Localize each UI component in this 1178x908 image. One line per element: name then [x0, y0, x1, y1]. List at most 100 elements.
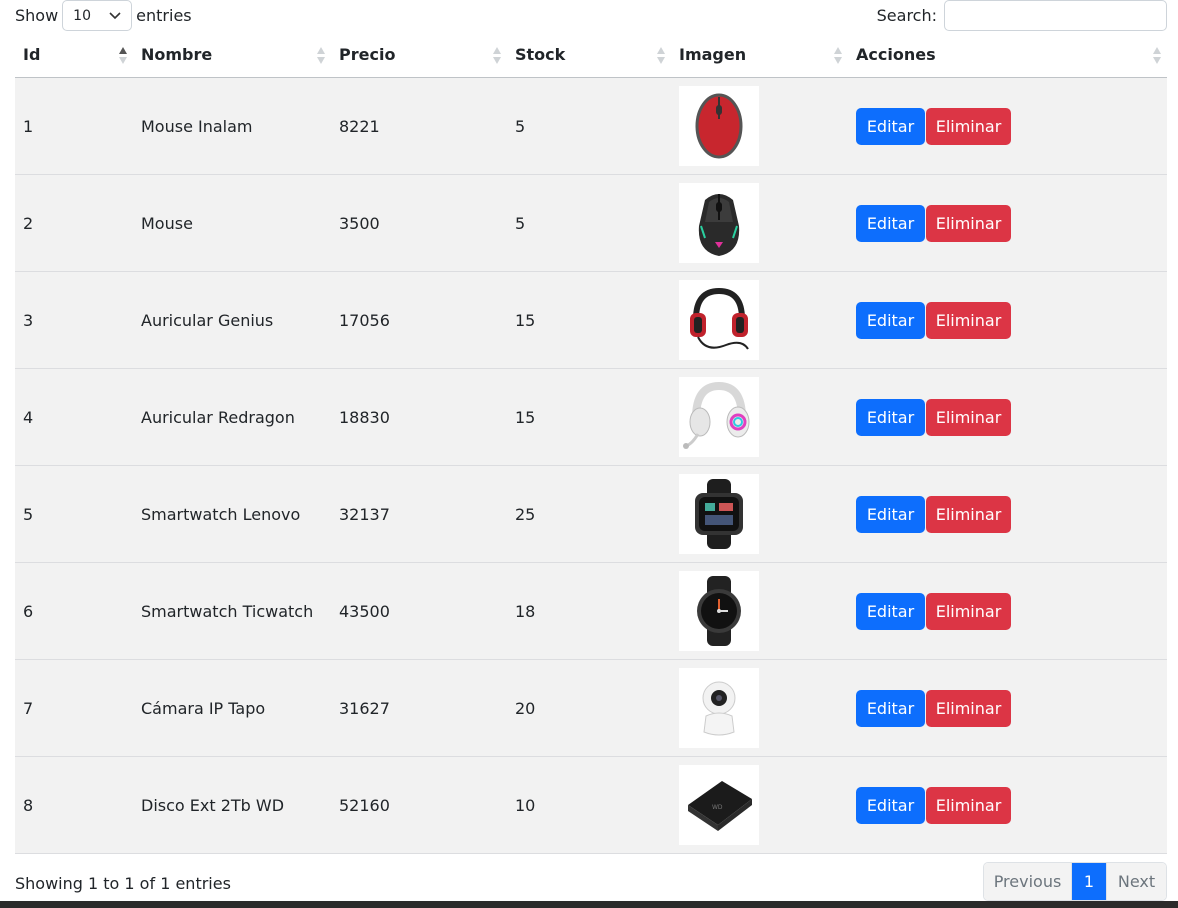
delete-button[interactable]: Eliminar: [926, 592, 1011, 630]
cell-id: 4: [23, 407, 34, 427]
table-row: 4 Auricular Redragon 18830 15 Editar Eliminar: [15, 369, 1167, 466]
table-row: 8 Disco Ext 2Tb WD 52160 10 WD Editar Eliminar: [15, 757, 1167, 854]
table-body: 1 Mouse Inalam 8221 5 Editar Eliminar 2 Mouse 35…: [15, 78, 1167, 854]
headset-red-icon: [679, 280, 759, 360]
cell-precio: 43500: [339, 601, 390, 621]
entries-label: entries: [136, 6, 192, 25]
gaming-mouse-icon: [679, 183, 759, 263]
delete-button[interactable]: Eliminar: [926, 495, 1011, 533]
cell-stock: 5: [515, 116, 526, 136]
column-header-imagen[interactable]: Imagen: [671, 32, 848, 77]
column-header-id[interactable]: Id: [15, 32, 133, 77]
column-header-stock[interactable]: Stock: [507, 32, 671, 77]
cell-imagen: [671, 272, 848, 368]
sort-icon: [493, 47, 501, 64]
cell-stock: 15: [515, 407, 536, 427]
cell-id: 8: [23, 795, 34, 815]
edit-button[interactable]: Editar: [856, 592, 925, 630]
delete-button[interactable]: Eliminar: [926, 689, 1011, 727]
header-label: Precio: [339, 45, 396, 64]
cell-stock: 18: [515, 601, 536, 621]
delete-button[interactable]: Eliminar: [926, 204, 1011, 242]
cell-acciones: Editar Eliminar: [848, 466, 1167, 562]
edit-button[interactable]: Editar: [856, 786, 925, 824]
cell-precio: 8221: [339, 116, 380, 136]
cell-nombre: Mouse Inalam: [141, 116, 253, 136]
header-label: Nombre: [141, 45, 213, 64]
page-1-button[interactable]: 1: [1072, 863, 1106, 900]
edit-button[interactable]: Editar: [856, 689, 925, 727]
cell-acciones: Editar Eliminar: [848, 563, 1167, 659]
cell-acciones: Editar Eliminar: [848, 78, 1167, 174]
entries-length-value: 10: [73, 7, 91, 24]
table-header: Id Nombre Precio Stock Imagen Acciones: [15, 32, 1167, 78]
next-page-button[interactable]: Next: [1106, 863, 1166, 900]
edit-button[interactable]: Editar: [856, 107, 925, 145]
cell-nombre: Mouse: [141, 213, 193, 233]
cell-stock: 5: [515, 213, 526, 233]
cell-imagen: [671, 563, 848, 659]
cell-imagen: [671, 369, 848, 465]
cell-imagen: [671, 660, 848, 756]
cell-imagen: [671, 466, 848, 562]
chevron-down-icon: [109, 11, 121, 19]
column-header-acciones[interactable]: Acciones: [848, 32, 1167, 77]
header-label: Acciones: [856, 45, 936, 64]
previous-page-button[interactable]: Previous: [984, 863, 1072, 900]
products-table: Id Nombre Precio Stock Imagen Acciones 1…: [15, 32, 1167, 854]
delete-button[interactable]: Eliminar: [926, 107, 1011, 145]
cell-acciones: Editar Eliminar: [848, 660, 1167, 756]
cell-nombre: Auricular Genius: [141, 310, 274, 330]
edit-button[interactable]: Editar: [856, 398, 925, 436]
search-control: Search:: [877, 0, 1167, 31]
cell-acciones: Editar Eliminar: [848, 369, 1167, 465]
ip-camera-icon: [679, 668, 759, 748]
window-bottom-edge: [0, 901, 1178, 908]
edit-button[interactable]: Editar: [856, 301, 925, 339]
length-control: Show 10 entries: [15, 0, 192, 31]
sort-icon: [317, 47, 325, 64]
search-input[interactable]: [944, 0, 1167, 31]
sort-icon: [834, 47, 842, 64]
sort-icon: [657, 47, 665, 64]
search-label: Search:: [876, 6, 937, 25]
cell-id: 3: [23, 310, 34, 330]
header-label: Stock: [515, 45, 566, 64]
cell-stock: 20: [515, 698, 536, 718]
table-row: 3 Auricular Genius 17056 15 Editar Eliminar: [15, 272, 1167, 369]
show-label: Show: [15, 6, 59, 25]
sort-icon: [1153, 47, 1161, 64]
cell-stock: 15: [515, 310, 536, 330]
cell-nombre: Disco Ext 2Tb WD: [141, 795, 285, 815]
cell-acciones: Editar Eliminar: [848, 175, 1167, 271]
edit-button[interactable]: Editar: [856, 495, 925, 533]
delete-button[interactable]: Eliminar: [926, 786, 1011, 824]
table-row: 7 Cámara IP Tapo 31627 20 Editar Eliminar: [15, 660, 1167, 757]
cell-precio: 32137: [339, 504, 390, 524]
delete-button[interactable]: Eliminar: [926, 398, 1011, 436]
entries-length-select[interactable]: 10: [62, 0, 133, 31]
table-row: 1 Mouse Inalam 8221 5 Editar Eliminar: [15, 78, 1167, 175]
cell-nombre: Cámara IP Tapo: [141, 698, 266, 718]
header-label: Id: [23, 45, 41, 64]
cell-stock: 25: [515, 504, 536, 524]
cell-precio: 31627: [339, 698, 390, 718]
pagination: Previous 1 Next: [983, 862, 1167, 901]
cell-id: 5: [23, 504, 34, 524]
cell-precio: 3500: [339, 213, 380, 233]
smartwatch-round-icon: [679, 571, 759, 651]
cell-id: 7: [23, 698, 34, 718]
red-mouse-icon: [679, 86, 759, 166]
cell-nombre: Smartwatch Ticwatch: [141, 601, 314, 621]
edit-button[interactable]: Editar: [856, 204, 925, 242]
cell-precio: 52160: [339, 795, 390, 815]
headset-white-icon: [679, 377, 759, 457]
column-header-nombre[interactable]: Nombre: [133, 32, 331, 77]
cell-imagen: [671, 78, 848, 174]
table-row: 6 Smartwatch Ticwatch 43500 18 Editar Elimina…: [15, 563, 1167, 660]
delete-button[interactable]: Eliminar: [926, 301, 1011, 339]
table-info: Showing 1 to 1 of 1 entries: [15, 874, 231, 893]
cell-acciones: Editar Eliminar: [848, 757, 1167, 853]
cell-id: 2: [23, 213, 34, 233]
column-header-precio[interactable]: Precio: [331, 32, 507, 77]
